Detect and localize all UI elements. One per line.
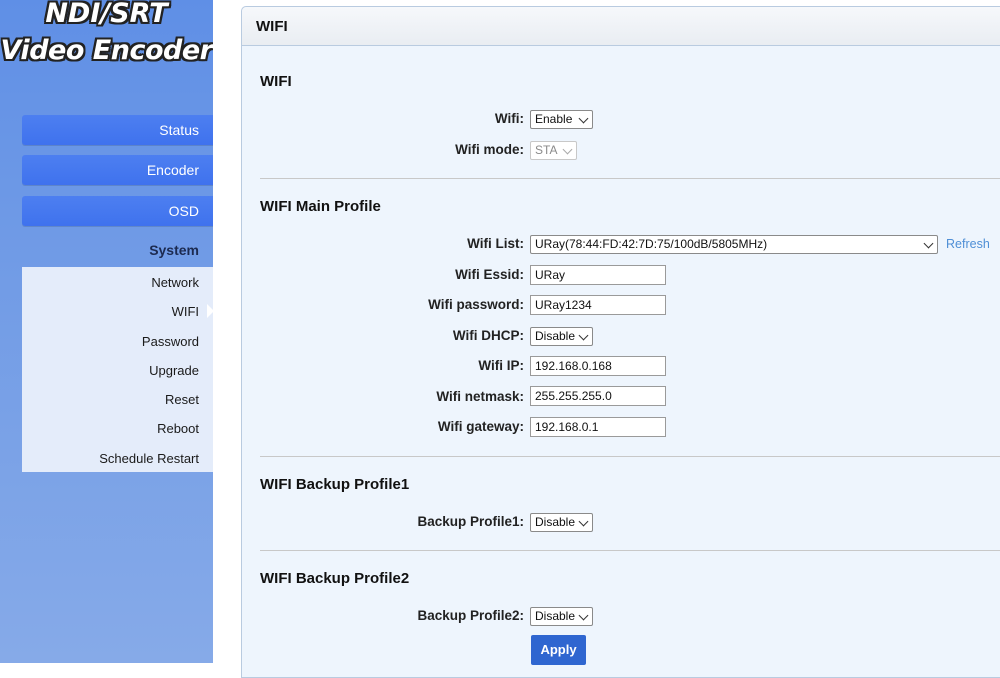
section-title-main-profile: WIFI Main Profile <box>260 198 381 215</box>
backup-profile1-value: Disable <box>535 515 576 529</box>
wifi-mode-label: Wifi mode: <box>455 142 524 157</box>
section-divider <box>260 550 1000 551</box>
sidebar-item-reset[interactable]: Reset <box>165 392 199 407</box>
wifi-list-label: Wifi List: <box>467 236 524 251</box>
wifi-netmask-label: Wifi netmask: <box>436 389 524 404</box>
wifi-list-select[interactable]: URay(78:44:FD:42:7D:75/100dB/5805MHz) <box>530 235 938 254</box>
wifi-dhcp-value: Disable <box>535 329 576 343</box>
sidebar-item-network[interactable]: Network <box>151 275 199 290</box>
chevron-down-icon <box>578 516 589 527</box>
sidebar-item-password[interactable]: Password <box>142 334 199 349</box>
wifi-essid-input[interactable]: URay <box>530 265 666 285</box>
wifi-mode-value: STA <box>535 143 558 157</box>
active-item-arrow-icon <box>207 304 213 318</box>
sidebar-item-wifi[interactable]: WIFI <box>172 304 199 319</box>
section-title-wifi: WIFI <box>260 73 292 90</box>
chevron-down-icon <box>578 610 589 621</box>
wifi-list-value: URay(78:44:FD:42:7D:75/100dB/5805MHz) <box>535 237 768 251</box>
wifi-ip-input[interactable]: 192.168.0.168 <box>530 356 666 376</box>
backup-profile2-value: Disable <box>535 609 576 623</box>
panel-header: WIFI <box>242 7 1000 46</box>
wifi-gateway-label: Wifi gateway: <box>437 419 524 434</box>
wifi-password-label: Wifi password: <box>428 297 524 312</box>
nav-osd-button[interactable]: OSD <box>22 196 213 226</box>
section-title-backup-profile2: WIFI Backup Profile2 <box>260 570 410 587</box>
brand-line-1: NDI/SRT <box>45 0 168 29</box>
chevron-down-icon <box>562 144 573 155</box>
wifi-settings-panel: WIFI WIFI Wifi: Enable Wifi mode: STA WI… <box>241 6 1000 678</box>
sidebar-item-upgrade[interactable]: Upgrade <box>149 363 199 378</box>
section-divider <box>260 178 1000 179</box>
wifi-enable-label: Wifi: <box>494 111 524 126</box>
sidebar-item-reboot[interactable]: Reboot <box>157 421 199 436</box>
wifi-gateway-input[interactable]: 192.168.0.1 <box>530 417 666 437</box>
nav-status-button[interactable]: Status <box>22 115 213 145</box>
apply-button[interactable]: Apply <box>531 635 586 665</box>
sidebar-item-schedule-restart[interactable]: Schedule Restart <box>99 451 199 466</box>
backup-profile1-select[interactable]: Disable <box>530 513 593 532</box>
wifi-ip-label: Wifi IP: <box>478 358 524 373</box>
wifi-mode-select[interactable]: STA <box>530 141 577 160</box>
wifi-essid-label: Wifi Essid: <box>455 267 524 282</box>
wifi-dhcp-select[interactable]: Disable <box>530 327 593 346</box>
wifi-password-input[interactable]: URay1234 <box>530 295 666 315</box>
system-submenu: Network WIFI Password Upgrade Reset Rebo… <box>22 267 213 472</box>
wifi-enable-select[interactable]: Enable <box>530 110 593 129</box>
section-title-backup-profile1: WIFI Backup Profile1 <box>260 476 410 493</box>
wifi-netmask-input[interactable]: 255.255.255.0 <box>530 386 666 406</box>
wifi-dhcp-label: Wifi DHCP: <box>452 328 524 343</box>
chevron-down-icon <box>578 330 589 341</box>
chevron-down-icon <box>578 113 589 124</box>
panel-title: WIFI <box>256 18 288 35</box>
nav-encoder-button[interactable]: Encoder <box>22 155 213 185</box>
chevron-down-icon <box>923 238 934 249</box>
nav-system-label[interactable]: System <box>22 242 199 258</box>
wifi-enable-value: Enable <box>535 112 573 126</box>
brand-line-2: Video Encoder <box>0 35 213 66</box>
sidebar: NDI/SRT Video Encoder Status Encoder OSD… <box>0 0 213 663</box>
backup-profile2-label: Backup Profile2: <box>417 608 524 623</box>
backup-profile2-select[interactable]: Disable <box>530 607 593 626</box>
section-divider <box>260 456 1000 457</box>
refresh-link[interactable]: Refresh <box>946 237 990 251</box>
backup-profile1-label: Backup Profile1: <box>417 514 524 529</box>
